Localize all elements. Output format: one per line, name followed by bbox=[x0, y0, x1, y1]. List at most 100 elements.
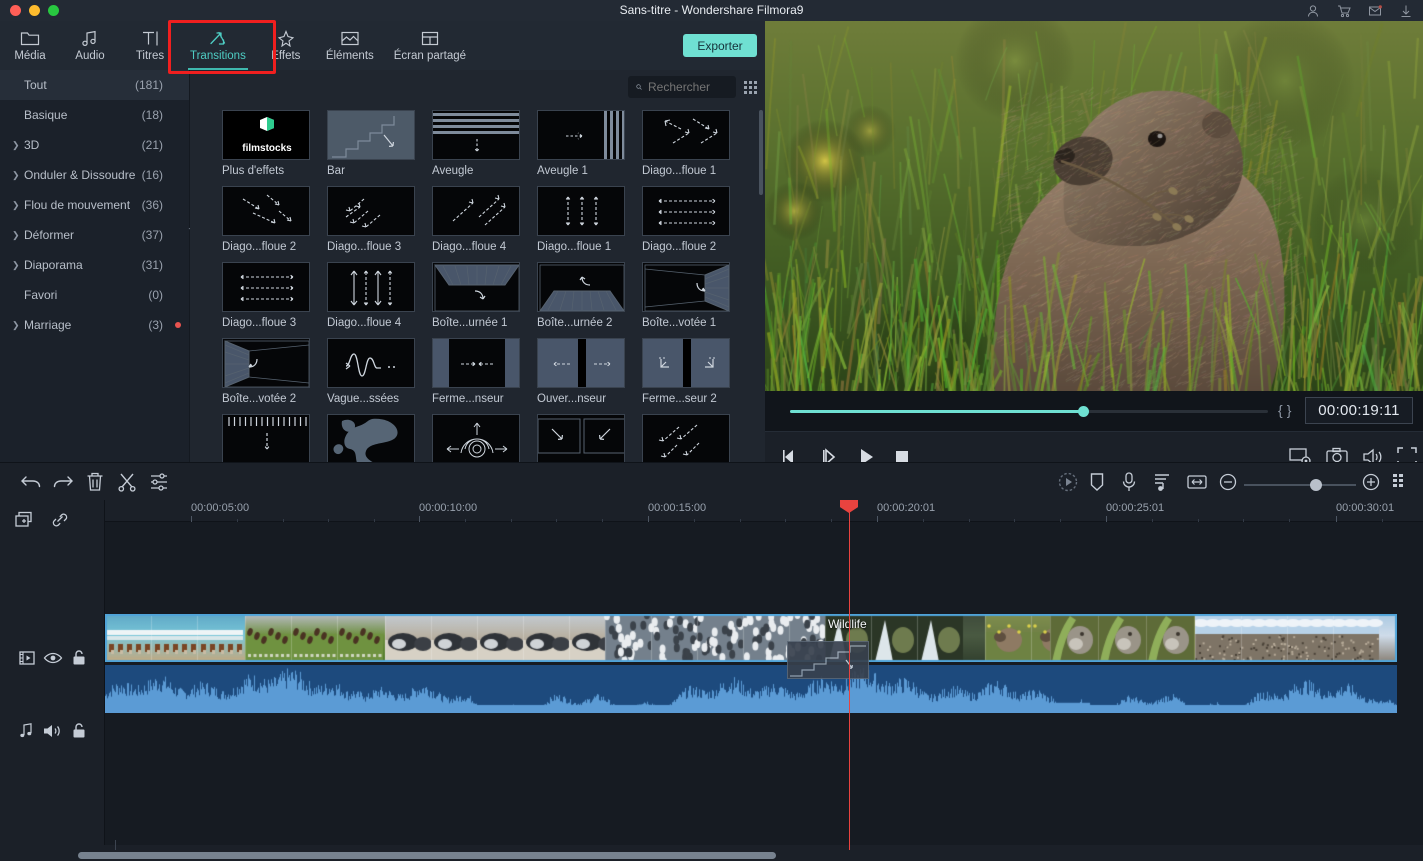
open-elevator-icon[interactable] bbox=[537, 338, 625, 388]
filmstocks-logo[interactable]: filmstocks bbox=[222, 110, 310, 160]
box-pivot-2-icon[interactable] bbox=[222, 338, 310, 388]
box-pivot-1-icon[interactable] bbox=[642, 262, 730, 312]
timeline-body[interactable] bbox=[105, 522, 1423, 845]
audio-waveform[interactable] bbox=[105, 665, 1397, 713]
diagonal-arrows-1-icon[interactable] bbox=[642, 110, 730, 160]
transition-item[interactable]: Boîte...urnée 2 bbox=[537, 262, 642, 329]
export-button[interactable]: Exporter bbox=[683, 34, 757, 57]
sliders-icon[interactable] bbox=[148, 471, 170, 498]
transition-item[interactable] bbox=[432, 414, 537, 462]
horizontal-blinds-icon[interactable] bbox=[432, 110, 520, 160]
grid-dots-icon[interactable] bbox=[1392, 471, 1408, 498]
transition-item[interactable] bbox=[327, 414, 432, 462]
preview-video[interactable] bbox=[765, 21, 1423, 391]
minus-circle-icon[interactable] bbox=[1218, 471, 1238, 498]
add-track-icon[interactable] bbox=[14, 510, 34, 535]
category-item-favori[interactable]: Favori (0) bbox=[0, 280, 189, 310]
timeline-horizontal-scrollbar[interactable] bbox=[78, 852, 776, 859]
transition-item[interactable]: filmstocks Plus d'effets bbox=[222, 110, 327, 177]
transition-item[interactable]: Diago...floue 4 bbox=[327, 262, 432, 329]
category-item-d-former[interactable]: ❯ Déformer (37) bbox=[0, 220, 189, 250]
tab-titres[interactable]: Titres bbox=[120, 21, 180, 70]
transition-item[interactable]: Bar bbox=[327, 110, 432, 177]
category-item-marriage[interactable]: ❯ Marriage (3) bbox=[0, 310, 189, 340]
diagonal-arrows-3-icon[interactable] bbox=[327, 186, 415, 236]
speaker-icon[interactable] bbox=[42, 722, 62, 745]
box-turn-1-icon[interactable] bbox=[432, 262, 520, 312]
radial-burst-icon[interactable] bbox=[432, 414, 520, 462]
vertical-blinds-icon[interactable] bbox=[537, 110, 625, 160]
category-item-basique[interactable]: Basique (18) bbox=[0, 100, 189, 130]
tab-media[interactable]: Média bbox=[0, 21, 60, 70]
category-item-onduler-dissoudre[interactable]: ❯ Onduler & Dissoudre (16) bbox=[0, 160, 189, 190]
transition-item[interactable]: Diago...floue 2 bbox=[222, 186, 327, 253]
scissors-icon[interactable] bbox=[117, 471, 137, 498]
transition-item[interactable]: Diago...floue 1 bbox=[537, 186, 642, 253]
video-clip-filmstrip[interactable] bbox=[105, 614, 1397, 662]
horizontal-arrows-icon[interactable] bbox=[642, 186, 730, 236]
redo-icon[interactable] bbox=[52, 471, 74, 498]
vertical-arrows-icon[interactable] bbox=[537, 186, 625, 236]
audio-track[interactable] bbox=[105, 665, 1397, 713]
cart-icon[interactable] bbox=[1337, 4, 1351, 18]
transition-item[interactable]: Diago...floue 2 bbox=[642, 186, 747, 253]
plus-circle-icon[interactable] bbox=[1361, 471, 1381, 498]
audio-mixer-icon[interactable] bbox=[1152, 471, 1172, 498]
transition-item[interactable]: Diago...floue 3 bbox=[327, 186, 432, 253]
transition-item[interactable]: Boîte...votée 1 bbox=[642, 262, 747, 329]
stairs-icon[interactable] bbox=[327, 110, 415, 160]
tab-audio[interactable]: Audio bbox=[60, 21, 120, 70]
grid-view-icon[interactable] bbox=[744, 81, 757, 94]
horizontal-arrows-3-icon[interactable] bbox=[222, 262, 310, 312]
transition-item[interactable]: Diago...floue 4 bbox=[432, 186, 537, 253]
close-elevator-2-icon[interactable] bbox=[642, 338, 730, 388]
transition-item[interactable]: Ouver...nseur bbox=[537, 338, 642, 405]
eye-icon[interactable] bbox=[43, 649, 63, 672]
search-input[interactable] bbox=[648, 80, 728, 94]
music-icon[interactable] bbox=[18, 722, 34, 745]
transition-item[interactable]: Aveugle 1 bbox=[537, 110, 642, 177]
box-turn-2-icon[interactable] bbox=[537, 262, 625, 312]
undo-icon[interactable] bbox=[20, 471, 42, 498]
fit-width-icon[interactable] bbox=[1186, 471, 1208, 498]
transition-item[interactable]: Aveugle bbox=[432, 110, 537, 177]
category-item-3d[interactable]: ❯ 3D (21) bbox=[0, 130, 189, 160]
transition-item[interactable]: Boîte...votée 2 bbox=[222, 338, 327, 405]
tab-elements[interactable]: Éléments bbox=[316, 21, 384, 70]
link-icon[interactable] bbox=[50, 510, 70, 535]
close-elevator-icon[interactable] bbox=[432, 338, 520, 388]
mail-icon[interactable] bbox=[1368, 4, 1382, 18]
dragged-transition-preview[interactable] bbox=[787, 641, 869, 679]
download-icon[interactable] bbox=[1399, 4, 1413, 18]
trash-icon[interactable] bbox=[85, 471, 105, 498]
unlock-icon[interactable] bbox=[71, 649, 87, 672]
tab-transitions[interactable]: Transitions bbox=[180, 21, 256, 70]
diagonal-arrows-2-icon[interactable] bbox=[222, 186, 310, 236]
transition-item[interactable]: Ferme...nseur bbox=[432, 338, 537, 405]
tab-ecran-partage[interactable]: Écran partagé bbox=[384, 21, 476, 70]
search-box[interactable] bbox=[628, 76, 736, 98]
wave-icon[interactable] bbox=[327, 338, 415, 388]
diagonal-arrows-4-icon[interactable] bbox=[432, 186, 520, 236]
blob-icon[interactable] bbox=[327, 414, 415, 462]
transition-item[interactable]: Boîte...urnée 1 bbox=[432, 262, 537, 329]
transitions-scrollbar[interactable] bbox=[759, 110, 763, 195]
transition-item[interactable] bbox=[642, 414, 747, 462]
marker-icon[interactable] bbox=[1088, 471, 1106, 498]
tab-effets[interactable]: Effets bbox=[256, 21, 316, 70]
vertical-arrows-4-icon[interactable] bbox=[327, 262, 415, 312]
film-icon[interactable] bbox=[18, 649, 36, 672]
preview-seek-knob[interactable] bbox=[1078, 406, 1089, 417]
in-out-markers[interactable]: {} bbox=[1278, 402, 1295, 418]
transition-item[interactable]: Diago...floue 1 bbox=[642, 110, 747, 177]
transition-item[interactable] bbox=[537, 414, 642, 462]
timeline-zoom-knob[interactable] bbox=[1310, 479, 1322, 491]
preview-seek-slider[interactable] bbox=[790, 410, 1268, 413]
render-play-icon[interactable] bbox=[1057, 471, 1079, 498]
transition-item[interactable]: Diago...floue 3 bbox=[222, 262, 327, 329]
timeline-ruler[interactable]: 00:00:05:00 00:00:10:00 00:00:15:00 00:00:2… bbox=[0, 500, 1423, 522]
account-icon[interactable] bbox=[1306, 4, 1320, 18]
comb-down-icon[interactable] bbox=[222, 414, 310, 462]
corner-arrows-icon[interactable] bbox=[537, 414, 625, 462]
category-item-flou-de-mouvement[interactable]: ❯ Flou de mouvement (36) bbox=[0, 190, 189, 220]
